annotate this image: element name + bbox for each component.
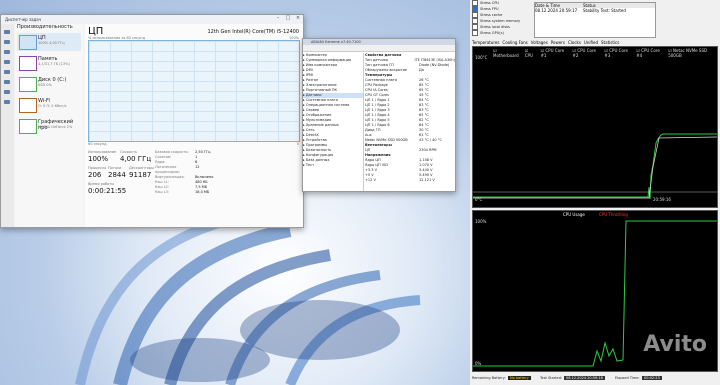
resource-sub: NVIDIA GeForce 2%: [38, 125, 73, 129]
section-title: Производительность: [17, 24, 73, 30]
stability-tab[interactable]: Temperatures: [472, 40, 499, 45]
memory-sparkline: [19, 56, 37, 71]
checkbox[interactable]: [472, 30, 478, 36]
battery-value: No battery: [508, 376, 531, 380]
task-manager-titlebar: Диспетчер задач: [1, 15, 303, 24]
detail-row: Логических процессоров: 12: [155, 165, 225, 175]
threads-value: 2844: [108, 171, 126, 179]
sensor-value: 43 °C / 40 °C: [419, 138, 442, 142]
speed-value: 4,00 ГГц: [120, 155, 152, 163]
stability-tab[interactable]: Statistics: [601, 40, 619, 45]
close-button[interactable]: ×: [293, 15, 303, 24]
sensor-value: 12.121 V: [419, 178, 435, 182]
avito-watermark: Avito: [643, 332, 707, 357]
resource-sub: О: 0 П: 0 Кбит/с: [38, 104, 67, 108]
status-text: Stability Test: Started: [583, 8, 626, 13]
handles-value: 91187: [129, 171, 152, 179]
maximize-button[interactable]: □: [283, 15, 293, 24]
graph-bottom-left: 60 секунд: [88, 142, 107, 146]
resource-sub: SSD 0%: [38, 83, 52, 87]
aida-tree: ▸ Компьютер ▸ Суммарная информация ▸ Имя к…: [303, 53, 364, 191]
cpu-sparkline: [19, 35, 37, 50]
speed-label: Скорость: [120, 150, 138, 154]
cpu-detail-pane: ЦП 12th Gen Intel(R) Core(TM) i5-12400 %…: [85, 24, 303, 227]
stability-tab[interactable]: Powers: [551, 40, 565, 45]
minimize-button[interactable]: –: [273, 15, 283, 24]
test-started-value: 08.12.2024 20:59:16: [564, 376, 605, 380]
aida-sensor-list: Свойства датчика Тип датчика ITE IT8613E (…: [365, 53, 455, 191]
resource-item-memory[interactable]: Память 4,1/31,7 ГБ (13%): [17, 54, 81, 72]
status-table: Date & Time Status 08.12.2024 20:59:17 S…: [534, 2, 656, 38]
temperature-graph: ☑ Motherboard ☑ CPU ☑ CPU Core #1 ☑ CPU Cor…: [472, 46, 718, 208]
aida-title: AIDA64 Extreme v7.40.7100: [311, 40, 361, 44]
aida-sensor-row: +12 V 12.121 V: [365, 178, 455, 183]
stability-tab[interactable]: Unified: [584, 40, 598, 45]
cpu-usage-graph: [88, 40, 300, 142]
system-stability-test-window: Stress CPU Stress FPU Stress cache Stress s…: [470, 0, 720, 385]
detail-value: 2,50 ГГц: [195, 150, 211, 154]
resource-item-wifi[interactable]: Wi-Fi О: 0 П: 0 Кбит/с: [17, 96, 81, 114]
details-icon[interactable]: [4, 90, 10, 94]
cpu-details-table: Базовая скорость: 2,50 ГГц Сокетов: 1 Ядра: 6…: [155, 150, 225, 195]
battery-label: Remaining Battery:: [472, 376, 506, 380]
sensor-value: Да: [419, 68, 424, 72]
detail-row: Кэш L3: 18,0 МБ: [155, 190, 225, 195]
stability-tab[interactable]: Voltages: [531, 40, 548, 45]
processes-icon[interactable]: [4, 40, 10, 44]
aida-tree-item[interactable]: ▸ Тест: [303, 163, 363, 168]
util-value: 100%: [88, 155, 109, 163]
status-date: 08.12.2024 20:59:17: [535, 8, 578, 13]
startup-icon[interactable]: [4, 70, 10, 74]
graph-bottom-right: 0: [296, 142, 299, 146]
detail-value: 12: [195, 165, 200, 169]
nav-rail: [1, 24, 14, 227]
threads-label: Потоки: [108, 166, 122, 170]
stability-tab[interactable]: Cooling Fans: [502, 40, 527, 45]
cpu-model: 12th Gen Intel(R) Core(TM) i5-12400: [207, 29, 299, 35]
resource-item-disk[interactable]: Диск 0 (C:) SSD 0%: [17, 75, 81, 93]
detail-label: Логических процессоров:: [155, 165, 180, 174]
temperature-lines: [473, 133, 717, 200]
performance-icon[interactable]: [4, 50, 10, 54]
detail-value: 18,0 МБ: [195, 190, 210, 194]
resource-sub: 100% 4,00 ГГц: [38, 41, 65, 45]
uptime-value: 0:00:21:55: [88, 187, 127, 195]
util-label: Использование: [88, 150, 117, 154]
resource-sub: 4,1/31,7 ГБ (13%): [38, 62, 70, 66]
proc-label: Процессы: [88, 166, 107, 170]
elapsed-value: 00:02:23: [642, 376, 662, 380]
sensor-value: 2304 RPM: [419, 148, 437, 152]
detail-label: Кэш L3:: [155, 190, 170, 194]
aida64-window: AIDA64 Extreme v7.40.7100 ▸ Компьютер ▸ С…: [302, 38, 456, 192]
stability-tabs: Temperatures Cooling Fans Voltages Powers Cl…: [472, 40, 619, 45]
handles-label: Дескрипторы: [129, 166, 154, 170]
gpu-sparkline: [19, 119, 37, 134]
aida-toolbar: [303, 45, 455, 52]
elapsed-label: Elapsed Time:: [615, 376, 640, 380]
sensor-name: +12 V: [365, 178, 376, 182]
resource-item-gpu[interactable]: Графический про NVIDIA GeForce 2%: [17, 117, 81, 135]
wifi-sparkline: [19, 98, 37, 113]
uptime-label: Время работы: [88, 182, 115, 186]
task-manager-window: Диспетчер задач – □ × Производительность…: [0, 14, 304, 228]
disk-sparkline: [19, 77, 37, 92]
stress-option-label: Stress GPU(s): [480, 31, 504, 35]
window-title: Диспетчер задач: [5, 17, 42, 22]
stability-tab[interactable]: Clocks: [568, 40, 581, 45]
resource-item-cpu[interactable]: ЦП 100% 4,00 ГГц: [17, 33, 81, 51]
test-started-label: Test Started:: [540, 376, 563, 380]
resource-list: Производительность ЦП 100% 4,00 ГГц Памя…: [15, 24, 83, 227]
services-icon[interactable]: [4, 100, 10, 104]
proc-value: 206: [88, 171, 102, 179]
users-icon[interactable]: [4, 80, 10, 84]
stress-option[interactable]: Stress GPU(s): [470, 30, 532, 36]
window-controls: – □ ×: [273, 15, 303, 24]
cpu-usage-graph-right: CPU Usage CPU Throttling 100% 0% Avito: [472, 210, 718, 372]
menu-icon[interactable]: [4, 30, 10, 34]
history-icon[interactable]: [4, 60, 10, 64]
stress-options: Stress CPU Stress FPU Stress cache Stress s…: [470, 0, 532, 36]
